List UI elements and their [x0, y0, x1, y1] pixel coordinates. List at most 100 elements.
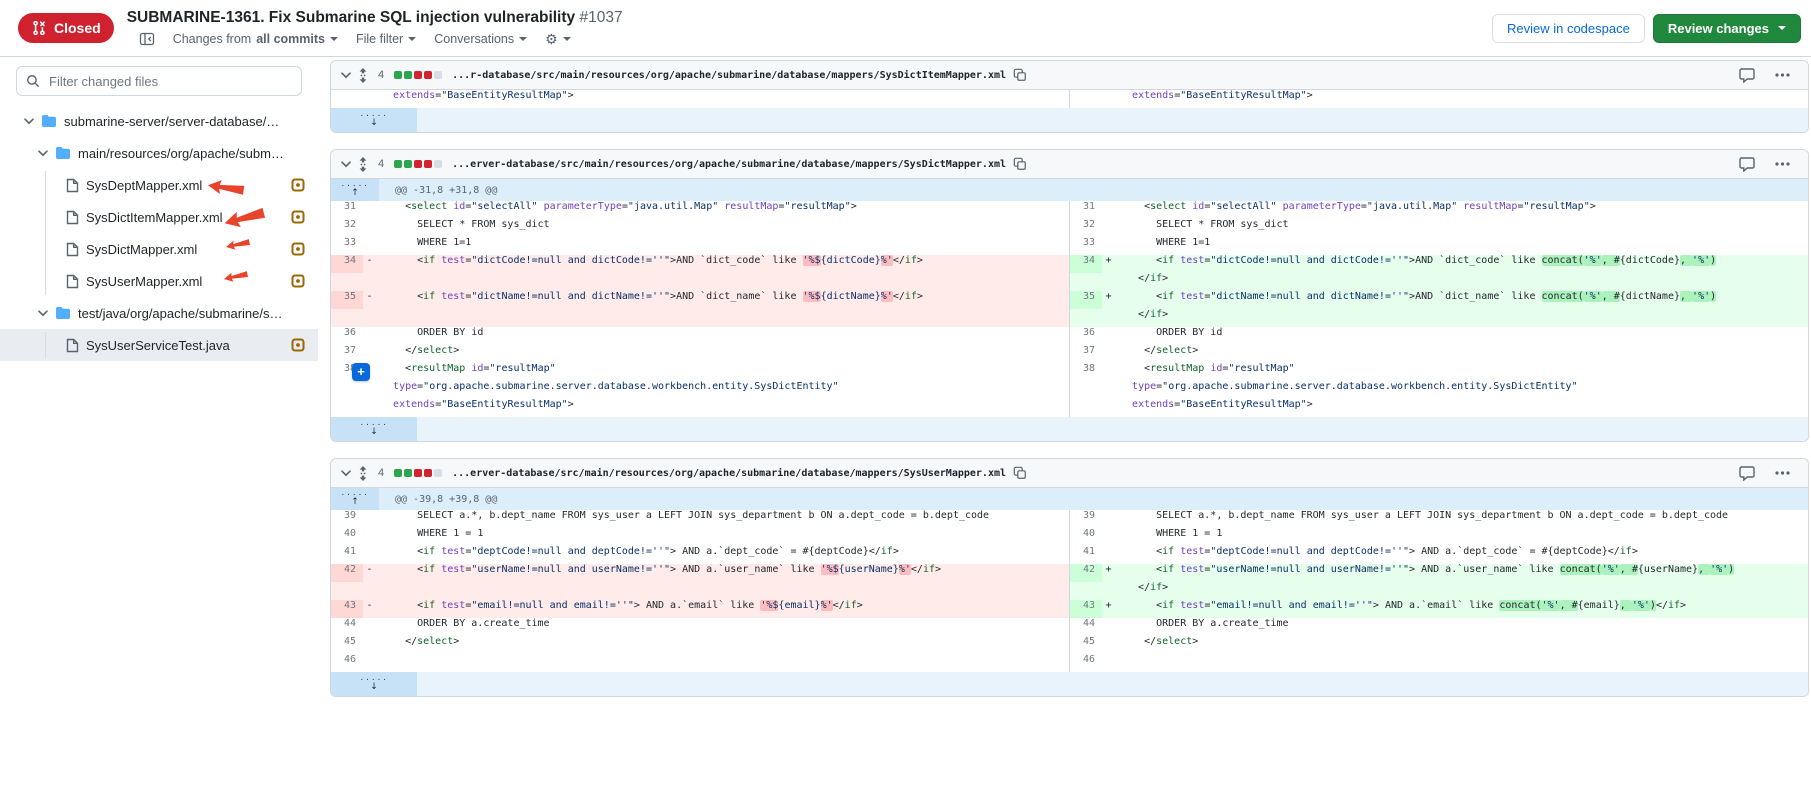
line-number[interactable]: 33 [331, 237, 363, 255]
drag-handle[interactable] [358, 68, 368, 83]
line-number[interactable] [331, 582, 363, 600]
tree-file-sysusermapper.xml[interactable]: SysUserMapper.xml [0, 265, 318, 297]
line-number[interactable]: 44 [1070, 618, 1102, 636]
collapse-file-button[interactable] [341, 470, 351, 477]
line-number[interactable]: 31 [1070, 201, 1102, 219]
diff-line: extends="BaseEntityResultMap"> [331, 399, 1069, 417]
drag-handle-icon [358, 466, 368, 481]
diff-file-header: 4...erver-database/src/main/resources/or… [331, 150, 1808, 179]
comment-button[interactable] [1739, 68, 1755, 83]
line-number[interactable] [1070, 381, 1102, 399]
line-number[interactable]: 39 [331, 510, 363, 528]
line-number[interactable]: 36 [331, 327, 363, 345]
copy-path-button[interactable] [1013, 157, 1027, 171]
line-number[interactable]: 45 [331, 636, 363, 654]
file-status-modified-icon [291, 338, 305, 352]
line-number[interactable]: 37 [1070, 345, 1102, 363]
expand-down-button[interactable]: ·····↓ [331, 417, 417, 441]
collapse-file-button[interactable] [341, 72, 351, 79]
line-number[interactable]: 35 [331, 291, 363, 309]
file-filter-dropdown[interactable]: File filter [356, 32, 416, 46]
filter-changed-files-input[interactable] [47, 73, 292, 90]
line-number[interactable]: 41 [331, 546, 363, 564]
line-number[interactable] [1070, 582, 1102, 600]
line-number[interactable] [1070, 399, 1102, 417]
expand-down-button[interactable]: ·····↓ [331, 672, 417, 696]
review-in-codespace-button[interactable]: Review in codespace [1492, 14, 1645, 43]
line-number[interactable]: 35 [1070, 291, 1102, 309]
line-number[interactable] [1070, 90, 1102, 108]
line-number[interactable] [331, 309, 363, 327]
diff-marker [363, 510, 376, 528]
line-number[interactable]: 34 [331, 255, 363, 273]
diff-pane-old: 39 SELECT a.*, b.dept_name FROM sys_user… [331, 510, 1070, 672]
pr-title: SUBMARINE-1361. Fix Submarine SQL inject… [127, 9, 1492, 27]
line-number[interactable]: 41 [1070, 546, 1102, 564]
comment-button[interactable] [1739, 466, 1755, 481]
line-number[interactable]: 31 [331, 201, 363, 219]
line-number[interactable] [1070, 273, 1102, 291]
tree-dir-submarine-server-server-database-[interactable]: submarine-server/server-database/… [0, 105, 318, 137]
collapse-file-button[interactable] [341, 161, 351, 168]
code-text: <select id="selectAll" parameterType="ja… [376, 201, 1069, 219]
diff-marker: + [1102, 600, 1115, 618]
copy-path-button[interactable] [1013, 466, 1027, 480]
line-number[interactable] [331, 399, 363, 417]
expand-up-button[interactable]: ·····↑ [331, 488, 379, 510]
file-menu-button[interactable] [1775, 471, 1790, 475]
line-number[interactable]: 40 [331, 528, 363, 546]
copy-path-button[interactable] [1013, 68, 1027, 82]
line-number[interactable]: 45 [1070, 636, 1102, 654]
expand-up-button[interactable]: ·····↑ [331, 179, 379, 201]
code-text: SELECT a.*, b.dept_name FROM sys_user a … [376, 510, 1069, 528]
drag-handle[interactable] [358, 157, 368, 172]
review-changes-button[interactable]: Review changes [1653, 14, 1801, 43]
tree-dir-main-resources-org-apache-subm-[interactable]: main/resources/org/apache/subm… [0, 137, 318, 169]
line-number[interactable] [331, 273, 363, 291]
file-menu-button[interactable] [1775, 162, 1790, 166]
conversations-dropdown[interactable]: Conversations [434, 32, 527, 46]
line-number[interactable]: 42 [1070, 564, 1102, 582]
line-number[interactable]: 46 [331, 654, 363, 672]
line-number[interactable] [331, 90, 363, 108]
collapse-sidebar-icon[interactable] [139, 31, 155, 47]
line-number[interactable]: 46 [1070, 654, 1102, 672]
tree-file-sysdictitemmapper.xml[interactable]: SysDictItemMapper.xml [0, 201, 318, 233]
line-number[interactable]: 37 [331, 345, 363, 363]
line-number[interactable]: 32 [331, 219, 363, 237]
line-number[interactable]: 43 [331, 600, 363, 618]
line-number[interactable] [1070, 309, 1102, 327]
diff-marker [363, 273, 376, 291]
code-text [1115, 654, 1809, 672]
line-number[interactable]: 44 [331, 618, 363, 636]
diff-line: 35+ <if test="dictName!=null and dictNam… [1070, 291, 1809, 309]
expand-up-icon: ·····↑ [341, 492, 370, 507]
line-number[interactable]: 34 [1070, 255, 1102, 273]
line-number[interactable] [331, 381, 363, 399]
line-number[interactable]: 38 [1070, 363, 1102, 381]
comment-button[interactable] [1739, 157, 1755, 172]
tree-file-sysuserservicetest.java[interactable]: SysUserServiceTest.java [0, 329, 318, 361]
diff-settings-dropdown[interactable]: ⚙ [545, 32, 571, 46]
tree-item-label: SysUserServiceTest.java [86, 338, 230, 353]
code-text: extends="BaseEntityResultMap"> [376, 399, 1069, 417]
line-number[interactable]: 39 [1070, 510, 1102, 528]
code-text [376, 582, 1069, 600]
expand-down-button[interactable]: ·····↓ [331, 108, 417, 132]
line-number[interactable]: 32 [1070, 219, 1102, 237]
diff-marker [1102, 345, 1115, 363]
file-menu-button[interactable] [1775, 73, 1790, 77]
tree-file-sysdictmapper.xml[interactable]: SysDictMapper.xml [0, 233, 318, 265]
changes-from-dropdown[interactable]: Changes from all commits [173, 32, 338, 46]
tree-file-sysdeptmapper.xml[interactable]: SysDeptMapper.xml [0, 169, 318, 201]
line-number[interactable]: 33 [1070, 237, 1102, 255]
diff-line: 43+ <if test="email!=null and email!=''"… [1070, 600, 1809, 618]
line-number[interactable]: 43 [1070, 600, 1102, 618]
line-number[interactable]: 42 [331, 564, 363, 582]
line-number[interactable]: 36 [1070, 327, 1102, 345]
diff-marker [363, 582, 376, 600]
line-number[interactable]: 40 [1070, 528, 1102, 546]
tree-dir-test-java-org-apache-submarine-s-[interactable]: test/java/org/apache/submarine/s… [0, 297, 318, 329]
drag-handle[interactable] [358, 466, 368, 481]
add-comment-button[interactable]: + [352, 363, 370, 381]
